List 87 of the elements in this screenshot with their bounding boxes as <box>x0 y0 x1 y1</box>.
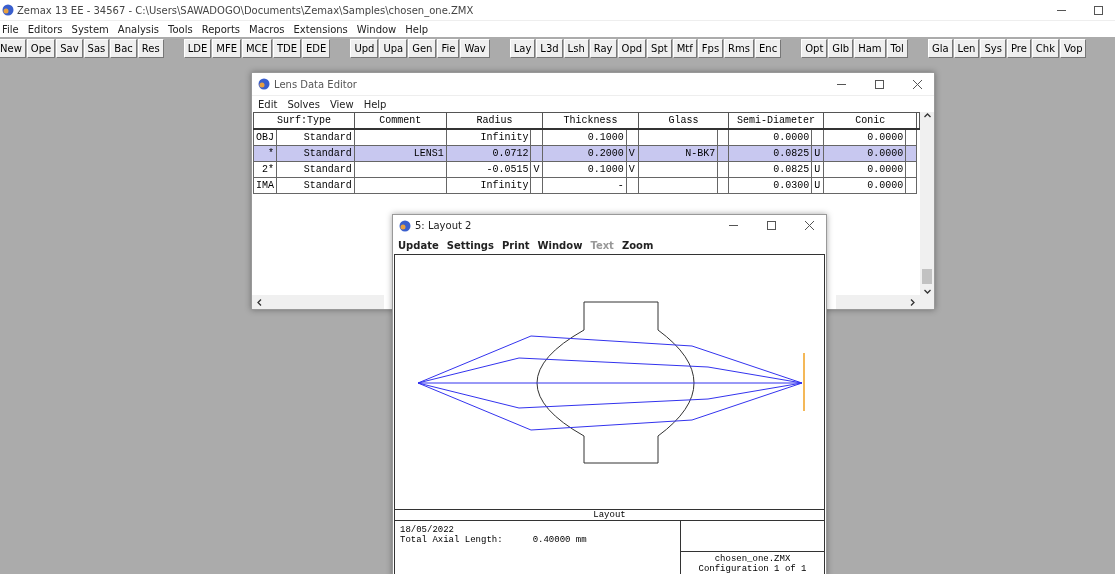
menu-item[interactable]: Print <box>501 239 530 251</box>
file-name-text: chosen_one.ZMX <box>714 554 791 564</box>
scroll-right-icon[interactable] <box>909 298 916 306</box>
table-row[interactable]: 2* Standard -0.0515 V 0.1000 V 0.0825 U 0.0000 <box>253 161 920 178</box>
menu-item[interactable]: Update <box>398 239 439 251</box>
scrollbar-track[interactable] <box>836 295 920 309</box>
minimize-icon[interactable] <box>1056 9 1066 11</box>
menu-item[interactable]: Extensions <box>293 23 348 35</box>
minimize-icon[interactable] <box>836 83 846 85</box>
maximize-icon[interactable] <box>874 79 884 89</box>
vertical-scrollbar[interactable] <box>920 112 934 309</box>
window-title: 5: Layout 2 <box>415 220 473 232</box>
menu-item[interactable]: System <box>71 23 109 35</box>
table-row[interactable]: IMA Standard Infinity - 0.0300 U 0.0000 <box>253 177 920 194</box>
date-text: 18/05/2022 <box>400 525 455 535</box>
scrollbar-thumb[interactable] <box>922 269 932 284</box>
menu-item[interactable]: Help <box>363 98 387 110</box>
close-icon[interactable] <box>804 221 814 231</box>
axial-length-label: Total Axial Length: <box>400 535 503 545</box>
menu-item[interactable]: Window <box>537 239 583 251</box>
toolbar-button[interactable]: Tol <box>886 38 908 58</box>
maximize-icon[interactable] <box>1093 5 1103 15</box>
menu-item[interactable]: Macros <box>249 23 285 35</box>
toolbar-button[interactable]: Pre <box>1006 38 1031 58</box>
toolbar-button[interactable]: Gla <box>927 38 953 58</box>
window-title: Zemax 13 EE - 34567 - C:\Users\SAWADOGO\Documents\Zemax\Samples\chosen_one.ZMX <box>17 4 475 16</box>
menu-item[interactable]: Analysis <box>117 23 160 35</box>
menu-item[interactable]: Reports <box>201 23 241 35</box>
toolbar-button[interactable]: Chk <box>1031 38 1059 58</box>
toolbar-button[interactable]: Wav <box>460 38 490 58</box>
toolbar-button[interactable]: Sys <box>980 38 1006 58</box>
toolbar-button[interactable]: Len <box>953 38 980 58</box>
toolbar-button[interactable]: Spt <box>647 38 672 58</box>
scroll-down-icon[interactable] <box>923 288 931 295</box>
menu-item[interactable]: File <box>2 23 19 35</box>
toolbar-button[interactable]: Bac <box>110 38 137 58</box>
scroll-up-icon[interactable] <box>923 112 931 119</box>
maximize-icon[interactable] <box>766 221 776 231</box>
toolbar-button[interactable]: Ray <box>589 38 617 58</box>
toolbar-button[interactable]: Opt <box>801 38 828 58</box>
toolbar-button[interactable]: Res <box>137 38 164 58</box>
plot-title: Layout <box>395 509 824 521</box>
toolbar-button[interactable]: LDE <box>183 38 212 58</box>
toolbar-button[interactable]: Ham <box>854 38 886 58</box>
menu-item[interactable]: Help <box>405 23 429 35</box>
toolbar-button[interactable]: Sav <box>56 38 83 58</box>
toolbar-button[interactable]: L3d <box>536 38 563 58</box>
menu-item[interactable]: Solves <box>287 98 320 110</box>
menu-item[interactable]: Edit <box>258 98 278 110</box>
toolbar-button[interactable]: Glb <box>828 38 854 58</box>
toolbar-button[interactable]: MCE <box>241 38 272 58</box>
scrollbar-track[interactable] <box>252 295 384 309</box>
toolbar-button[interactable]: Rms <box>724 38 754 58</box>
configuration-text: Configuration 1 of 1 <box>698 564 807 574</box>
toolbar-button[interactable]: Lay <box>509 38 536 58</box>
app-logo-icon <box>258 78 270 90</box>
toolbar-button[interactable]: New <box>0 38 26 58</box>
menu-item[interactable]: Tools <box>168 23 193 35</box>
toolbar-button[interactable]: MFE <box>212 38 241 58</box>
toolbar-button[interactable]: Fps <box>697 38 724 58</box>
menu-item[interactable]: Settings <box>446 239 494 251</box>
toolbar-button[interactable]: Vop <box>1059 38 1087 58</box>
window-title: Lens Data Editor <box>274 78 358 90</box>
menu-item[interactable]: View <box>329 98 354 110</box>
toolbar-button[interactable]: Fie <box>437 38 460 58</box>
toolbar-button[interactable]: Upa <box>379 38 408 58</box>
toolbar-button[interactable]: Sas <box>83 38 110 58</box>
table-row[interactable]: OBJ Standard Infinity 0.1000 0.0000 0.0000 <box>253 129 920 146</box>
toolbar-button[interactable]: Upd <box>350 38 379 58</box>
toolbar-button[interactable]: Mtf <box>672 38 697 58</box>
app-logo-icon <box>2 4 14 16</box>
menu-item[interactable]: Window <box>356 23 397 35</box>
close-icon[interactable] <box>912 79 922 89</box>
toolbar-button[interactable]: Enc <box>755 38 782 58</box>
menu-item[interactable]: Zoom <box>621 239 654 251</box>
toolbar-button[interactable]: Gen <box>408 38 437 58</box>
menu-item[interactable]: Editors <box>27 23 63 35</box>
toolbar-button[interactable]: Lsh <box>563 38 589 58</box>
table-row[interactable]: * Standard LENS1 0.0712 0.2000 V N-BK7 0.0825 U 0.0000 <box>253 145 920 162</box>
minimize-icon[interactable] <box>728 225 738 227</box>
app-logo-icon <box>399 219 411 232</box>
axial-length-value: 0.40000 mm <box>532 535 587 545</box>
toolbar-button[interactable]: EDE <box>302 38 331 58</box>
toolbar-button[interactable]: Ope <box>26 38 56 58</box>
scroll-left-icon[interactable] <box>256 298 263 306</box>
toolbar-button[interactable]: TDE <box>272 38 302 58</box>
toolbar-button[interactable]: Opd <box>617 38 647 58</box>
